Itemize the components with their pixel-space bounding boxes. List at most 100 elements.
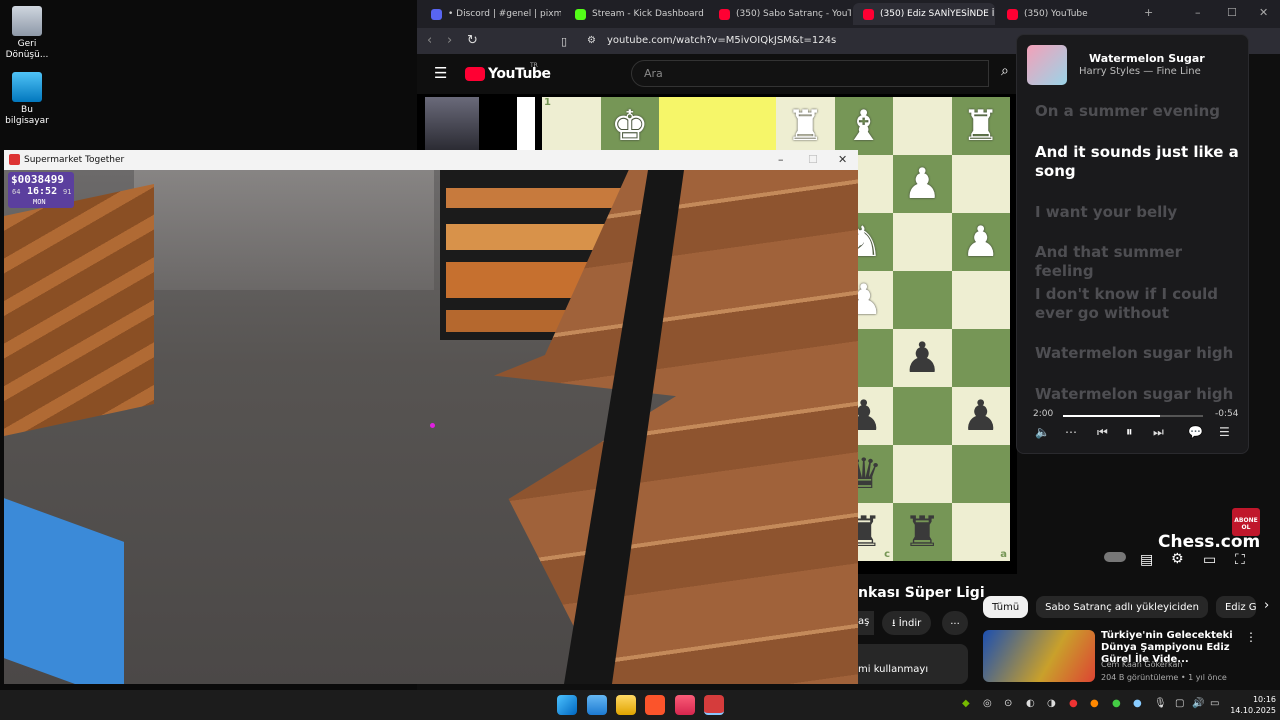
chess-piece-icon: ♜ bbox=[903, 507, 942, 556]
tab-youtube[interactable]: (350) YouTube bbox=[997, 3, 1137, 25]
tab-sabo-satranc[interactable]: (350) Sabo Satranç - YouTube bbox=[709, 3, 851, 25]
tab-ediz-active[interactable]: (350) Ediz SANİYESİNDE İ ✕ bbox=[853, 3, 995, 25]
kebab-menu-icon[interactable]: ⋮ bbox=[1245, 630, 1257, 644]
network-icon[interactable]: ▢ bbox=[1175, 698, 1184, 709]
back-icon[interactable]: ‹ bbox=[427, 33, 432, 48]
minimize-icon[interactable]: – bbox=[1195, 6, 1201, 19]
song-title: Watermelon Sugar bbox=[1089, 52, 1205, 65]
youtube-logo-icon[interactable] bbox=[465, 67, 485, 81]
bookmark-icon[interactable]: ▯ bbox=[561, 35, 567, 48]
tab-kick[interactable]: Stream - Kick Dashboard bbox=[565, 3, 705, 25]
volume-icon[interactable]: 🔊 bbox=[1192, 698, 1204, 709]
board-square bbox=[893, 213, 952, 271]
forward-icon[interactable]: › bbox=[447, 33, 452, 48]
game-window-title: Supermarket Together bbox=[24, 155, 125, 165]
menu-icon[interactable]: ☰ bbox=[434, 64, 447, 82]
description-box[interactable]: mi kullanmayı bbox=[858, 644, 968, 684]
gallery-icon[interactable] bbox=[587, 695, 607, 715]
tray-app-icon[interactable]: ● bbox=[1133, 698, 1142, 709]
close-icon[interactable]: ✕ bbox=[838, 153, 847, 166]
system-clock[interactable]: 10:16 14.10.2025 bbox=[1230, 694, 1276, 716]
subtitles-icon[interactable]: ▤ bbox=[1140, 552, 1153, 568]
hud-panel: $0038499 64 16:52 91 MON bbox=[8, 172, 74, 208]
chevron-right-icon[interactable]: › bbox=[1264, 598, 1269, 618]
chess-piece-icon: ♟ bbox=[903, 159, 942, 208]
new-tab-icon[interactable]: + bbox=[1144, 6, 1153, 19]
previous-icon[interactable]: ⏮ bbox=[1097, 425, 1108, 440]
windows-start-icon[interactable] bbox=[557, 695, 577, 715]
share-button[interactable]: aş bbox=[858, 611, 874, 635]
board-square: ♟ bbox=[893, 329, 952, 387]
board-square: ♜ bbox=[951, 97, 1010, 155]
volume-icon[interactable]: 🔈 bbox=[1035, 425, 1050, 439]
theater-mode-icon[interactable]: ▭ bbox=[1203, 552, 1216, 568]
site-info-icon[interactable]: ⚙ bbox=[587, 35, 596, 46]
clock-date: 14.10.2025 bbox=[1230, 706, 1276, 715]
queue-icon[interactable]: ☰ bbox=[1219, 425, 1230, 439]
lyric-line-current: And it sounds just like a song bbox=[1035, 143, 1239, 180]
game-viewport[interactable] bbox=[4, 170, 858, 684]
tray-app-icon[interactable]: ◐ bbox=[1026, 698, 1035, 709]
search-input[interactable]: Ara bbox=[631, 60, 989, 87]
supermarket-together-icon[interactable] bbox=[704, 695, 724, 715]
brave-icon[interactable] bbox=[645, 695, 665, 715]
board-square: 1 bbox=[542, 97, 601, 155]
lyric-line: On a summer evening bbox=[1035, 102, 1221, 120]
search-icon[interactable]: ⌕ bbox=[1001, 63, 1009, 79]
autoplay-toggle[interactable] bbox=[1104, 552, 1126, 562]
desktop-icon-recycle-bin[interactable]: Geri Dönüşü... bbox=[0, 6, 54, 61]
tray-app-icon[interactable]: ● bbox=[1069, 698, 1078, 709]
elapsed-time: 2:00 bbox=[1033, 409, 1054, 419]
seek-bar[interactable] bbox=[1063, 415, 1203, 417]
streamer-cam bbox=[425, 97, 479, 151]
settings-icon[interactable]: ⚙ bbox=[1171, 551, 1184, 567]
chess-piece-icon: ♜ bbox=[786, 101, 825, 150]
tray-app-icon[interactable]: ◑ bbox=[1047, 698, 1056, 709]
itunes-icon[interactable] bbox=[675, 695, 695, 715]
maximize-icon[interactable]: ☐ bbox=[808, 153, 818, 166]
close-icon[interactable]: ✕ bbox=[1259, 6, 1268, 19]
lyric-line: Watermelon sugar high bbox=[1035, 385, 1234, 403]
next-icon[interactable]: ⏭ bbox=[1153, 425, 1164, 440]
chess-piece-icon: ♟ bbox=[961, 391, 1000, 440]
recommended-video[interactable]: Türkiye'nin Gelecekteki Dünya Şampiyonu … bbox=[983, 628, 1273, 684]
microphone-icon[interactable]: 🎙 bbox=[1154, 698, 1167, 709]
steam-icon[interactable]: ⊙ bbox=[1004, 698, 1012, 709]
download-button[interactable]: ⭳ İndir bbox=[882, 611, 932, 635]
lyrics-icon[interactable]: 💬 bbox=[1188, 425, 1203, 439]
chess-piece-icon: ♚ bbox=[610, 101, 649, 150]
pause-icon[interactable]: ⏸ bbox=[1126, 425, 1133, 440]
nvidia-icon[interactable]: ◆ bbox=[962, 698, 970, 709]
tab-bar: • Discord | #genel | pixmens Stream - Ki… bbox=[417, 0, 1280, 28]
rank-label: 1 bbox=[544, 97, 551, 108]
minimize-icon[interactable]: – bbox=[778, 153, 784, 166]
more-options-icon[interactable]: ⋯ bbox=[1065, 425, 1077, 439]
more-actions-button[interactable]: ... bbox=[942, 611, 968, 635]
tray-app-icon[interactable]: ◎ bbox=[983, 698, 992, 709]
youtube-icon bbox=[863, 8, 874, 20]
subscribe-badge[interactable]: ABONE OL bbox=[1232, 508, 1260, 536]
clock-time: 10:16 bbox=[1252, 695, 1276, 704]
desktop-icon-this-pc[interactable]: Bu bilgisayar bbox=[0, 72, 54, 127]
game-window[interactable]: Supermarket Together – ☐ ✕ $0038499 64 1… bbox=[4, 150, 858, 684]
chip-all[interactable]: Tümü bbox=[983, 596, 1029, 618]
file-explorer-icon[interactable] bbox=[616, 695, 636, 715]
chip-from-uploader[interactable]: Sabo Satranç adlı yükleyiciden bbox=[1036, 596, 1208, 618]
maximize-icon[interactable]: ☐ bbox=[1227, 6, 1237, 19]
game-clock: 16:52 bbox=[27, 186, 58, 197]
battery-icon[interactable]: ▭ bbox=[1210, 698, 1219, 709]
tray-app-icon[interactable]: ● bbox=[1090, 698, 1099, 709]
youtube-logo[interactable]: YouTube bbox=[488, 66, 551, 82]
chip-ediz[interactable]: Ediz Gü bbox=[1215, 596, 1256, 618]
crosshair-icon bbox=[430, 423, 435, 428]
video-meta: 204 B görüntüleme • 1 yıl önce bbox=[1101, 673, 1227, 682]
tab-discord[interactable]: • Discord | #genel | pixmens bbox=[421, 3, 561, 25]
channel-name: Cem Kaan Gökerkan bbox=[1101, 660, 1183, 669]
product-box bbox=[4, 498, 124, 684]
fullscreen-icon[interactable]: ⛶ bbox=[1235, 552, 1245, 568]
tray-app-icon[interactable]: ● bbox=[1112, 698, 1121, 709]
reload-icon[interactable]: ↻ bbox=[467, 33, 478, 48]
chess-piece-icon: ♝ bbox=[844, 101, 883, 150]
url-field[interactable]: youtube.com/watch?v=M5ivOIQkJSM&t=124s bbox=[607, 35, 836, 46]
description-text: mi kullanmayı bbox=[858, 664, 929, 675]
